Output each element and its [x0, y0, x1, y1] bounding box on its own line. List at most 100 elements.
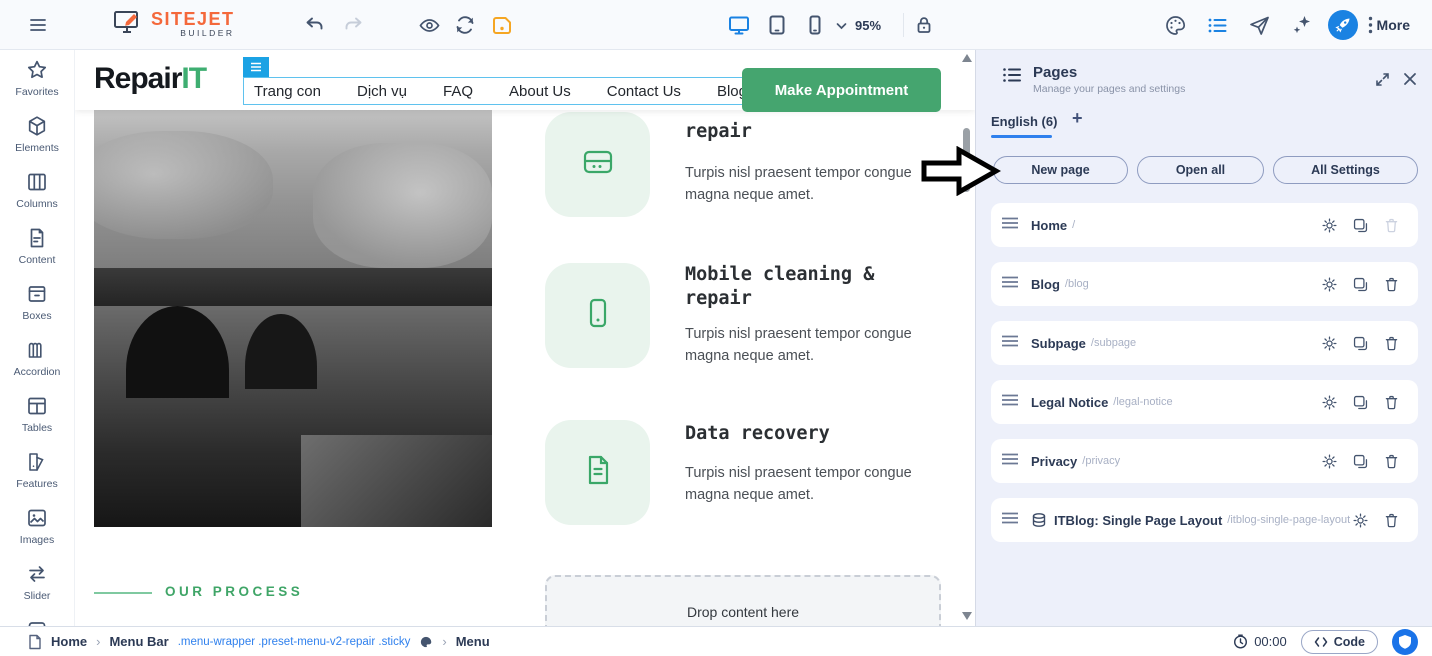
- delete-page-icon[interactable]: [1382, 511, 1400, 529]
- delete-page-icon[interactable]: [1382, 393, 1400, 411]
- breadcrumb-home[interactable]: Home: [51, 634, 87, 649]
- undo-icon[interactable]: [299, 9, 331, 41]
- delete-page-icon[interactable]: [1382, 275, 1400, 293]
- page-row[interactable]: ITBlog: Single Page Layout /itblog-singl…: [991, 498, 1418, 542]
- nav-link[interactable]: Dịch vụ: [357, 83, 407, 100]
- mobile-view-icon[interactable]: [799, 9, 831, 41]
- scroll-down-arrow[interactable]: [962, 612, 972, 620]
- sidebar-item-boxes[interactable]: Boxes: [0, 274, 74, 330]
- sidebar-item-tables[interactable]: Tables: [0, 386, 74, 442]
- sidebar-item-images[interactable]: Images: [0, 498, 74, 554]
- duplicate-page-icon[interactable]: [1351, 393, 1369, 411]
- expand-panel-icon[interactable]: [1373, 70, 1391, 88]
- duplicate-page-icon[interactable]: [1351, 334, 1369, 352]
- pages-list-icon[interactable]: [1202, 9, 1234, 41]
- page-name[interactable]: Legal Notice: [1031, 395, 1108, 410]
- page-settings-gear-icon[interactable]: [1320, 452, 1338, 470]
- panel-action-button[interactable]: New page: [993, 156, 1128, 184]
- page-settings-gear-icon[interactable]: [1320, 334, 1338, 352]
- drag-handle-icon[interactable]: [1001, 216, 1019, 234]
- nav-link[interactable]: FAQ: [443, 83, 473, 100]
- sidebar-item-partial[interactable]: [0, 610, 74, 626]
- panel-action-button[interactable]: Open all: [1137, 156, 1264, 184]
- page-name[interactable]: Blog: [1031, 277, 1060, 292]
- code-brackets-icon: [1314, 636, 1328, 648]
- delete-page-icon[interactable]: [1382, 334, 1400, 352]
- drag-handle-icon[interactable]: [1001, 334, 1019, 352]
- page-name[interactable]: ITBlog: Single Page Layout: [1054, 513, 1222, 528]
- redo-icon[interactable]: [337, 9, 369, 41]
- zoom-control[interactable]: 95%: [836, 0, 881, 50]
- duplicate-page-icon[interactable]: [1351, 216, 1369, 234]
- hero-photo[interactable]: [94, 110, 492, 527]
- page-row[interactable]: Legal Notice /legal-notice: [991, 380, 1418, 424]
- sidebar-item-accordion[interactable]: Accordion: [0, 330, 74, 386]
- add-language-button[interactable]: +: [1072, 108, 1083, 129]
- sidebar-item-features[interactable]: Features: [0, 442, 74, 498]
- ai-sparkles-icon[interactable]: [1286, 9, 1318, 41]
- service-title[interactable]: Mobile cleaning & repair: [685, 263, 941, 311]
- canvas-scrollbar[interactable]: [960, 50, 973, 626]
- duplicate-page-icon[interactable]: [1351, 452, 1369, 470]
- page-settings-gear-icon[interactable]: [1320, 393, 1338, 411]
- page-row[interactable]: Blog /blog: [991, 262, 1418, 306]
- code-button[interactable]: Code: [1301, 630, 1378, 654]
- desktop-view-icon[interactable]: [723, 9, 755, 41]
- breadcrumb-css-classes[interactable]: .menu-wrapper .preset-menu-v2-repair .st…: [178, 636, 411, 648]
- sidebar-item-elements[interactable]: Elements: [0, 106, 74, 162]
- tab-english[interactable]: English (6): [991, 108, 1057, 137]
- save-icon[interactable]: [485, 9, 517, 41]
- page-settings-gear-icon[interactable]: [1320, 275, 1338, 293]
- sidebar-item-content[interactable]: Content: [0, 218, 74, 274]
- panel-action-button[interactable]: All Settings: [1273, 156, 1418, 184]
- page-name[interactable]: Home: [1031, 218, 1067, 233]
- service-description[interactable]: Turpis nisl praesent tempor congue magna…: [685, 162, 935, 206]
- nav-link[interactable]: About Us: [509, 83, 571, 100]
- drag-handle-icon[interactable]: [1001, 275, 1019, 293]
- tablet-view-icon[interactable]: [761, 9, 793, 41]
- page-list: Home / Blog /blog: [991, 203, 1418, 542]
- element-style-icon[interactable]: [419, 635, 433, 649]
- element-sidebar: Favorites Elements Columns Content Boxes…: [0, 50, 75, 626]
- page-settings-gear-icon[interactable]: [1320, 216, 1338, 234]
- drag-handle-icon[interactable]: [1001, 393, 1019, 411]
- nav-link[interactable]: Trang con: [254, 83, 321, 100]
- duplicate-page-icon[interactable]: [1351, 275, 1369, 293]
- site-logo[interactable]: RepairIT: [94, 62, 206, 96]
- delete-page-icon[interactable]: [1382, 216, 1400, 234]
- make-appointment-button[interactable]: Make Appointment: [742, 68, 941, 112]
- breadcrumb-child[interactable]: Menu: [456, 634, 490, 649]
- service-title[interactable]: repair: [685, 120, 752, 144]
- page-settings-gear-icon[interactable]: [1351, 511, 1369, 529]
- page-name[interactable]: Privacy: [1031, 454, 1077, 469]
- drag-handle-icon[interactable]: [1001, 452, 1019, 470]
- breadcrumb-element[interactable]: Menu Bar: [109, 634, 168, 649]
- help-badge[interactable]: [1392, 629, 1418, 655]
- delete-page-icon[interactable]: [1382, 452, 1400, 470]
- service-description[interactable]: Turpis nisl praesent tempor congue magna…: [685, 323, 935, 367]
- selected-element-tab[interactable]: [243, 57, 269, 77]
- page-row[interactable]: Home /: [991, 203, 1418, 247]
- page-name[interactable]: Subpage: [1031, 336, 1086, 351]
- pages-panel-icon: [1001, 64, 1023, 91]
- service-title[interactable]: Data recovery: [685, 422, 830, 446]
- close-panel-icon[interactable]: [1401, 70, 1419, 88]
- drop-content-zone[interactable]: Drop content here: [545, 575, 941, 626]
- sidebar-item-slider[interactable]: Slider: [0, 554, 74, 610]
- nav-link[interactable]: Contact Us: [607, 83, 681, 100]
- sidebar-item-columns[interactable]: Columns: [0, 162, 74, 218]
- sidebar-item-favorites[interactable]: Favorites: [0, 50, 74, 106]
- rocket-badge[interactable]: [1328, 10, 1358, 40]
- service-description[interactable]: Turpis nisl praesent tempor congue magna…: [685, 462, 935, 506]
- publish-send-icon[interactable]: [1244, 9, 1276, 41]
- preview-eye-icon[interactable]: [413, 9, 445, 41]
- scroll-up-arrow[interactable]: [962, 54, 972, 62]
- main-menu-icon[interactable]: [22, 9, 54, 41]
- more-menu-button[interactable]: More: [1368, 16, 1410, 34]
- design-palette-icon[interactable]: [1160, 9, 1192, 41]
- drag-handle-icon[interactable]: [1001, 511, 1019, 529]
- page-row[interactable]: Privacy /privacy: [991, 439, 1418, 483]
- lock-icon[interactable]: [908, 9, 940, 41]
- page-row[interactable]: Subpage /subpage: [991, 321, 1418, 365]
- refresh-icon[interactable]: [449, 9, 481, 41]
